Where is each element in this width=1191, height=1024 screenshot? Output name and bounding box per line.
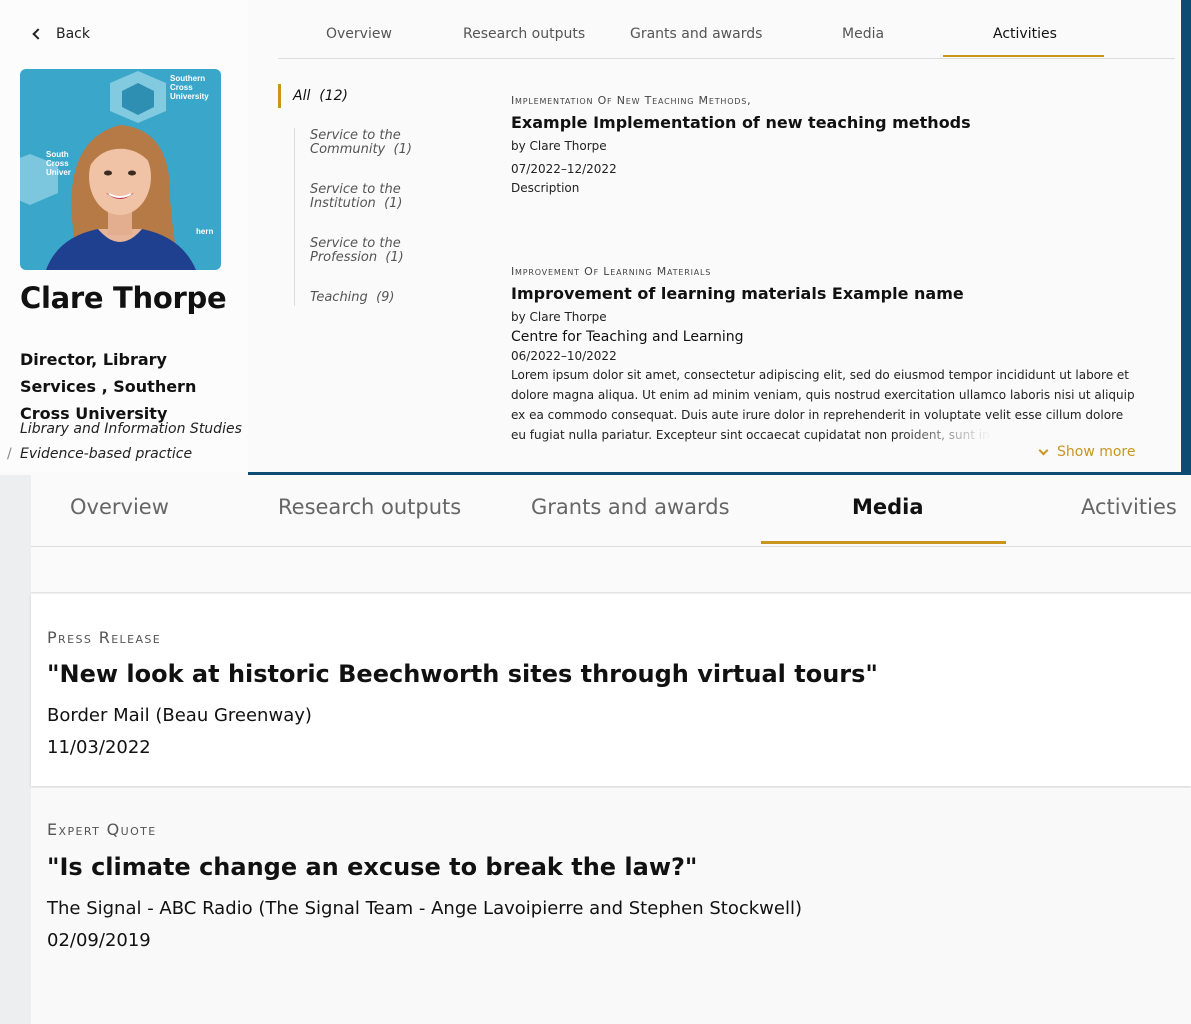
tab-research-outputs[interactable]: Research outputs [278, 495, 461, 519]
filter-service-profession[interactable]: Service to the Profession (1) [310, 237, 450, 265]
tab-overview[interactable]: Overview [326, 26, 392, 42]
svg-text:University: University [170, 92, 209, 101]
filter-count: (12) [319, 88, 349, 104]
activity-category: Improvement Of Learning Materials [511, 265, 712, 278]
media-item: Press Release "New look at historic Beec… [31, 594, 1191, 786]
active-tab-indicator [943, 55, 1104, 57]
top-tab-bar: Overview Research outputs Grants and awa… [278, 12, 1175, 59]
show-more-label: Show more [1057, 444, 1136, 460]
filter-service-institution[interactable]: Service to the Institution (1) [310, 183, 450, 211]
activity-description: Lorem ipsum dolor sit amet, consectetur … [511, 365, 1136, 445]
filter-count: (1) [384, 196, 403, 211]
tab-research-outputs[interactable]: Research outputs [463, 26, 585, 42]
chevron-down-icon [1038, 445, 1049, 455]
profile-photo: Southern Cross University South Cross Un… [20, 69, 221, 270]
activity-title[interactable]: Improvement of learning materials Exampl… [511, 284, 1151, 303]
active-tab-indicator [761, 541, 1006, 544]
activity-description: Description [511, 181, 580, 195]
show-more-button[interactable]: Show more [1038, 444, 1136, 460]
tag-separator: / [7, 446, 12, 462]
svg-text:Cross: Cross [46, 159, 69, 168]
tab-grants-and-awards[interactable]: Grants and awards [531, 495, 730, 519]
tab-activities[interactable]: Activities [1081, 495, 1177, 519]
svg-text:Southern: Southern [170, 74, 205, 83]
media-date: 11/03/2022 [47, 737, 151, 758]
svg-text:South: South [46, 150, 69, 159]
media-category: Press Release [47, 628, 162, 647]
media-item: Expert Quote "Is climate change an excus… [31, 788, 1191, 1024]
activity-author: by Clare Thorpe [511, 310, 607, 324]
filter-label: Teaching [310, 290, 368, 305]
activity-date: 07/2022–12/2022 [511, 162, 617, 176]
activity-date: 06/2022–10/2022 [511, 349, 617, 363]
profile-name: Clare Thorpe [20, 281, 227, 315]
tab-activities[interactable]: Activities [993, 26, 1057, 42]
filter-label: Service to the Community [310, 128, 401, 157]
filter-count: (9) [376, 290, 395, 305]
media-title[interactable]: "New look at historic Beechworth sites t… [47, 660, 878, 688]
activity-category: Implementation Of New Teaching Methods, [511, 94, 752, 107]
media-category: Expert Quote [47, 820, 157, 839]
activity-item: Implementation Of New Teaching Methods, … [511, 94, 1151, 195]
filter-teaching[interactable]: Teaching (9) [310, 291, 450, 305]
profile-tags: Library and Information Studies / Eviden… [7, 417, 242, 467]
profile-tag[interactable]: Library and Information Studies [20, 417, 242, 442]
filter-service-community[interactable]: Service to the Community (1) [310, 129, 450, 157]
filter-count: (1) [385, 250, 404, 265]
filter-count: (1) [393, 142, 412, 157]
activity-item: Improvement Of Learning Materials Improv… [511, 265, 1151, 445]
activity-author: by Clare Thorpe [511, 139, 607, 153]
media-spacer [31, 547, 1191, 593]
left-gutter [0, 475, 31, 1024]
activity-title[interactable]: Example Implementation of new teaching m… [511, 113, 1151, 132]
media-outlet: The Signal - ABC Radio (The Signal Team … [47, 898, 802, 919]
avatar: Southern Cross University South Cross Un… [20, 69, 221, 270]
tab-overview[interactable]: Overview [70, 495, 169, 519]
media-date: 02/09/2019 [47, 930, 151, 951]
back-link[interactable]: Back [32, 26, 90, 42]
activities-view: Back Southern Cross University South Cro… [0, 0, 1181, 472]
filter-label: All [293, 88, 311, 104]
profile-role: Director, Library Services , Southern Cr… [20, 350, 197, 423]
chevron-left-icon [32, 28, 44, 40]
media-outlet: Border Mail (Beau Greenway) [47, 705, 312, 726]
filter-all[interactable]: All (12) [278, 84, 348, 108]
svg-text:Univer: Univer [46, 168, 71, 177]
profile-tag[interactable]: Evidence-based practice [20, 442, 242, 467]
activity-organisation: Centre for Teaching and Learning [511, 329, 744, 345]
media-tab-bar: Overview Research outputs Grants and awa… [31, 475, 1191, 547]
svg-text:Cross: Cross [170, 83, 193, 92]
tab-media[interactable]: Media [852, 495, 924, 519]
media-view: Overview Research outputs Grants and awa… [0, 475, 1191, 1024]
tab-media[interactable]: Media [842, 26, 884, 42]
tab-grants-and-awards[interactable]: Grants and awards [630, 26, 762, 42]
media-title[interactable]: "Is climate change an excuse to break th… [47, 853, 697, 881]
back-label: Back [56, 26, 90, 42]
filter-divider [294, 128, 295, 306]
svg-text:hern: hern [196, 227, 213, 236]
description-fade [896, 425, 1136, 445]
